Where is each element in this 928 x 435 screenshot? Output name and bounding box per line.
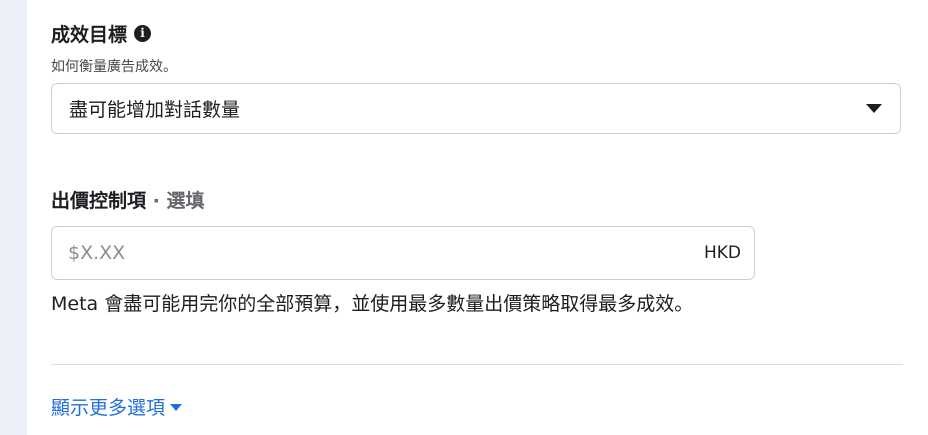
performance-goal-subtitle: 如何衡量廣告成效。 — [51, 59, 177, 75]
ad-settings-panel: 成效目標 i 如何衡量廣告成效。 盡可能增加對話數量 出價控制項 · 選填 HK… — [27, 0, 928, 435]
performance-goal-heading: 成效目標 i — [51, 20, 152, 47]
caret-down-icon — [170, 404, 183, 411]
bid-control-title: 出價控制項 — [51, 190, 147, 212]
currency-label: HKD — [703, 243, 741, 263]
optional-label: · 選填 — [152, 190, 205, 212]
chevron-down-icon — [866, 104, 882, 113]
bid-control-heading: 出價控制項 · 選填 — [51, 186, 204, 213]
performance-goal-selected-value: 盡可能增加對話數量 — [69, 99, 241, 121]
info-icon[interactable]: i — [134, 25, 152, 42]
divider — [51, 364, 903, 365]
performance-goal-select[interactable]: 盡可能增加對話數量 — [51, 83, 901, 134]
budget-note: Meta 會盡可能用完你的全部預算，並使用最多數量出價策略取得最多成效。 — [51, 293, 694, 315]
bid-amount-input[interactable] — [66, 241, 630, 265]
show-more-options-label: 顯示更多選項 — [51, 397, 166, 419]
bid-amount-field[interactable]: HKD — [51, 226, 755, 280]
show-more-options-link[interactable]: 顯示更多選項 — [51, 393, 183, 420]
performance-goal-title: 成效目標 — [51, 24, 128, 46]
